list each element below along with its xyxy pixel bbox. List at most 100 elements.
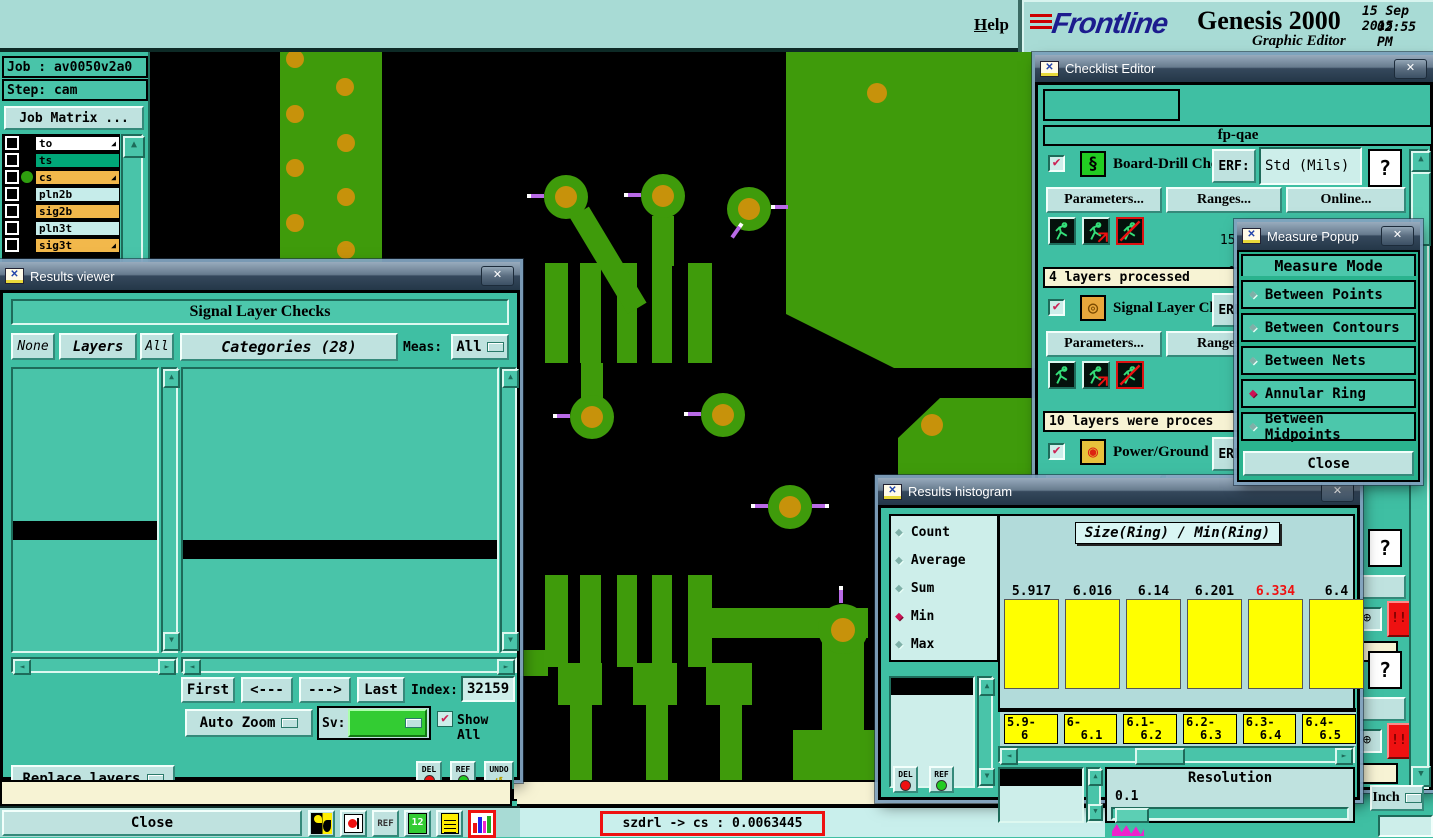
rv-category-item[interactable] [183,445,497,464]
via-marker[interactable] [570,395,614,439]
measure-popup-close-icon[interactable]: ✕ [1381,226,1414,246]
scroll-up-icon[interactable]: ▲ [123,136,145,158]
auto-zoom-dropdown[interactable]: Auto Zoom [185,709,313,737]
stat-mode-option[interactable]: ◆ Max [895,630,993,658]
menu-help[interactable]: Help [974,15,1009,35]
scroll-left-icon[interactable]: ◄ [1000,748,1018,765]
scroll-down-icon[interactable]: ▼ [163,632,180,651]
measure-mode-option[interactable]: ◆ Between Contours [1241,313,1416,342]
scroll-up-icon[interactable]: ▲ [163,369,180,388]
record-icon[interactable] [340,810,367,837]
measure-of-item[interactable] [1000,803,1082,820]
rv-category-item[interactable] [183,483,497,502]
layer-checkbox[interactable] [5,136,19,150]
scroll-up-icon[interactable]: ▲ [502,369,519,388]
stat-mode-option[interactable]: ◆ Sum [895,574,993,602]
rv-layer-item[interactable] [13,502,157,521]
results-viewer-titlebar[interactable]: ✕ Results viewer ✕ [0,262,520,290]
layer-row[interactable]: sig3t ◢ [2,237,120,253]
units-button[interactable]: Inch [1370,785,1424,811]
layer-name[interactable]: pln2b [35,186,120,202]
rv-layer-item[interactable] [13,521,157,540]
layer-checkbox[interactable] [5,153,19,167]
measure-of-item[interactable] [1000,769,1082,786]
run-check-arrow-icon[interactable] [1082,361,1110,389]
histogram-icon[interactable] [468,810,496,838]
rv-category-item[interactable] [183,540,497,559]
layer-checkbox[interactable] [5,238,19,252]
parameters-button-1[interactable]: Parameters... [1046,187,1162,213]
close-button[interactable]: Close [2,810,302,836]
rv-category-item[interactable] [183,616,497,635]
measure-mode-option[interactable]: ◆ Between Midpoints [1241,411,1416,443]
measure-popup-titlebar[interactable]: ✕ Measure Popup ✕ [1237,222,1420,250]
series-item[interactable] [891,678,973,695]
rv-category-scrollbar[interactable]: ▲ ▼ [500,367,519,653]
layer-checkbox[interactable] [5,221,19,235]
histogram-bar[interactable]: 6.14 [1126,584,1181,689]
last-button[interactable]: Last [357,677,405,703]
histogram-bar[interactable]: 5.917 [1004,584,1059,689]
filter-layers-button[interactable]: Layers [59,333,137,360]
rv-layer-hscroll[interactable]: ◄ ► [11,657,178,675]
series-scrollbar[interactable]: ▲ ▼ [977,676,995,788]
rv-layer-item[interactable] [13,464,157,483]
filter-none-button[interactable]: None [11,333,55,360]
rv-category-item[interactable] [183,426,497,445]
layer-checkbox[interactable] [5,187,19,201]
erf-button-1[interactable]: ERF: [1212,149,1256,183]
layer-name[interactable]: ts [35,152,120,168]
first-button[interactable]: First [181,677,235,703]
rv-category-item[interactable] [183,521,497,540]
rv-layer-scrollbar[interactable]: ▲ ▼ [161,367,180,653]
layer-name[interactable]: cs [35,169,120,185]
ranges-button-1[interactable]: Ranges... [1166,187,1282,213]
help-button-4[interactable]: ? [1368,529,1402,567]
job-matrix-button[interactable]: Job Matrix ... [4,106,144,130]
rv-category-hscroll[interactable]: ◄ ► [181,657,517,675]
layer-checkbox[interactable] [5,170,19,184]
rv-layer-item[interactable] [13,445,157,464]
units-field[interactable] [1378,815,1433,837]
index-input[interactable]: 32159 [461,676,515,702]
ref-off-icon[interactable]: REF [372,810,399,837]
histogram-bar[interactable]: 6.4 [1309,584,1364,689]
measure-mode-option[interactable]: ◆ Between Points [1241,280,1416,309]
rv-category-item[interactable] [183,464,497,483]
rv-category-item[interactable] [183,578,497,597]
stat-mode-option[interactable]: ◆ Min [895,602,993,630]
scroll-up-icon[interactable]: ▲ [1411,151,1431,172]
prev-button[interactable]: <--- [241,677,293,703]
histogram-bar[interactable]: 6.016 [1065,584,1120,689]
notes-icon[interactable] [436,810,463,837]
alert-button-4[interactable]: !! [1387,601,1411,637]
scroll-right-icon[interactable]: ► [497,659,515,675]
layer-row[interactable]: cs ◢ [2,169,120,185]
parameters-button-2[interactable]: Parameters... [1046,331,1162,357]
histogram-bar[interactable]: 6.334 [1248,584,1303,689]
via-marker[interactable] [727,187,771,231]
check-enabled-2[interactable]: ✔ [1048,299,1065,316]
scroll-up-icon[interactable]: ▲ [1088,769,1103,786]
layer-name[interactable]: pln3t [35,220,120,236]
rv-category-item[interactable] [183,502,497,521]
check-enabled-3[interactable]: ✔ [1048,443,1065,460]
scroll-down-icon[interactable]: ▼ [1411,766,1431,787]
scroll-thumb[interactable] [1135,748,1185,765]
via-marker[interactable] [544,175,588,219]
rv-layer-item[interactable] [13,369,157,388]
checklist-close-icon[interactable]: ✕ [1394,58,1427,79]
meas-dropdown[interactable]: All [451,334,509,360]
contrast-icon[interactable] [308,810,335,837]
online-button-5-fragment[interactable] [1360,697,1406,721]
histogram-bar[interactable]: 6.201 [1187,584,1242,689]
stat-mode-option[interactable]: ◆ Average [895,546,993,574]
measure-of-item[interactable] [1000,786,1082,803]
scroll-right-icon[interactable]: ► [1335,748,1353,765]
layer-name[interactable]: to [35,135,120,151]
layer-row[interactable]: ts◢ [2,152,120,168]
scroll-right-icon[interactable]: ► [158,659,176,675]
check-enabled-1[interactable]: ✔ [1048,155,1065,172]
layer-row[interactable]: sig2b◢ [2,203,120,219]
scroll-up-icon[interactable]: ▲ [979,678,995,696]
